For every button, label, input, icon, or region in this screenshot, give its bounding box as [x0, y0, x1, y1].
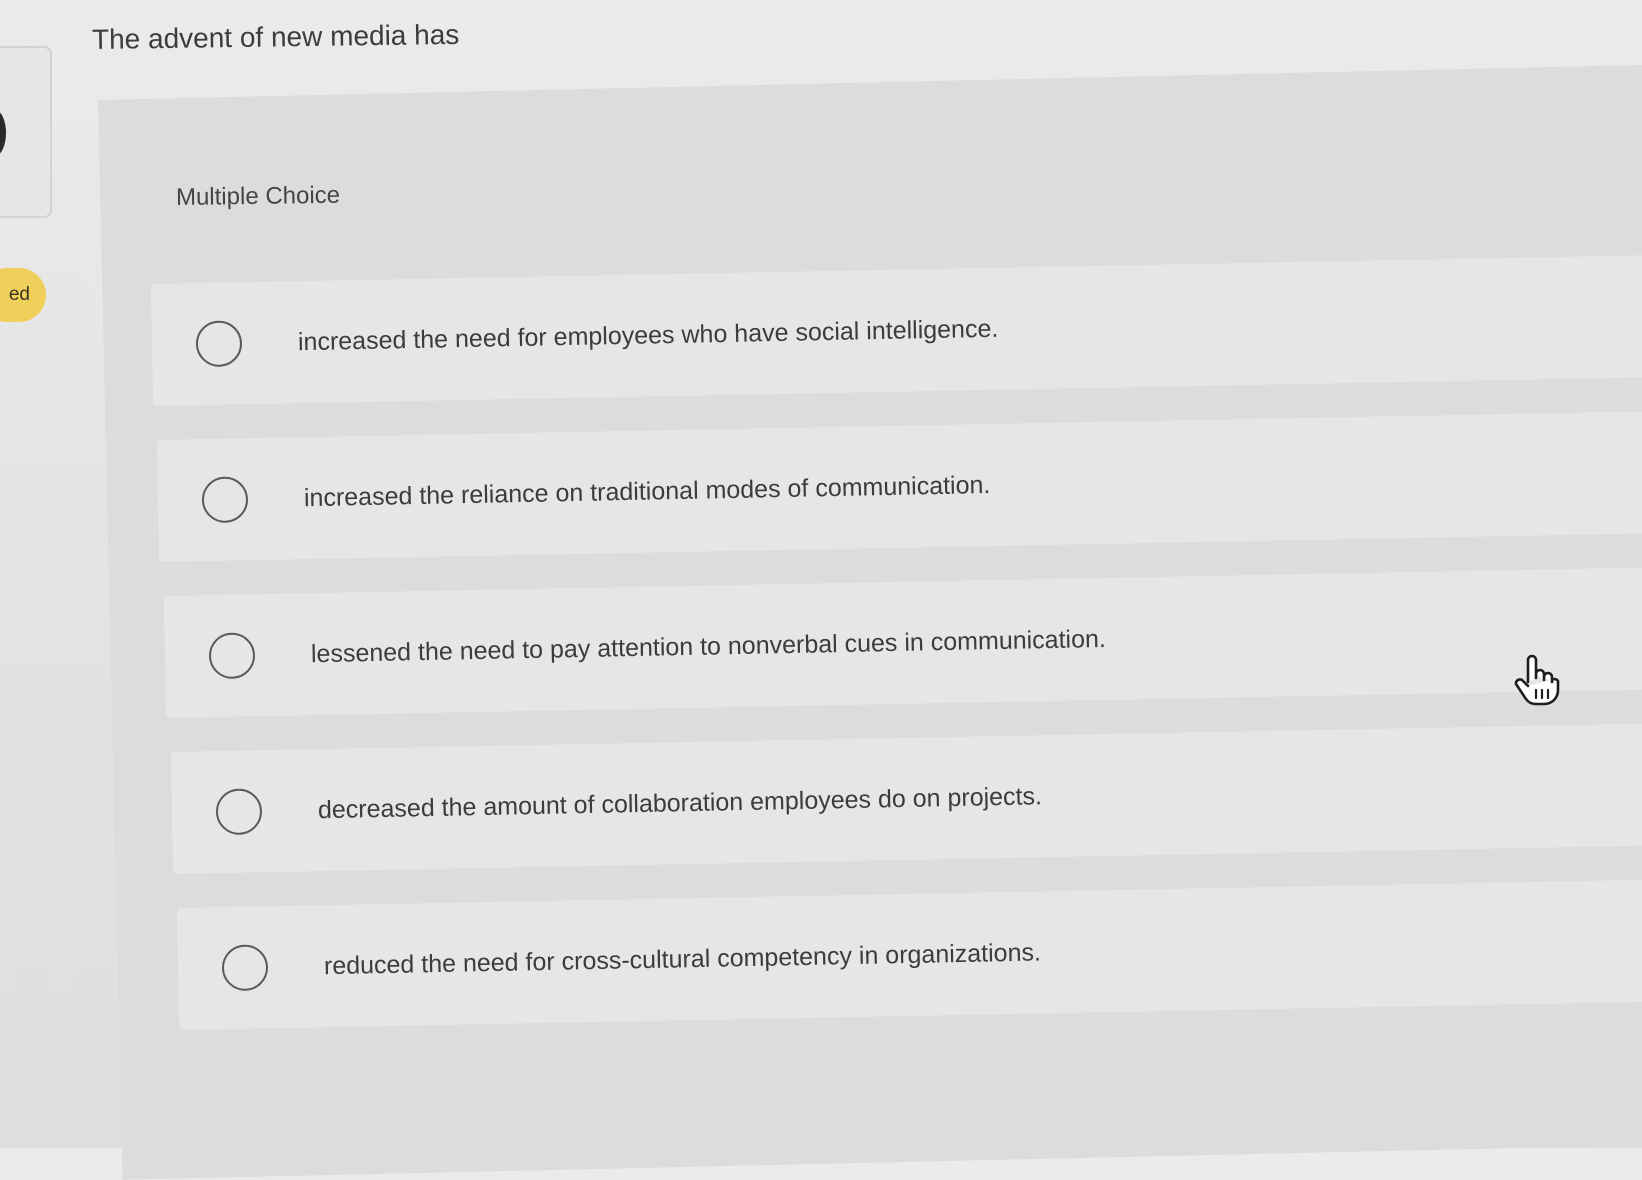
answer-option-label: lessened the need to pay attention to no… [310, 624, 1107, 668]
answer-option-label: decreased the amount of collaboration em… [317, 781, 1043, 824]
radio-button[interactable] [215, 788, 263, 836]
answer-option-1[interactable]: increased the need for employees who hav… [150, 255, 1642, 406]
answer-option-label: increased the need for employees who hav… [297, 314, 999, 356]
radio-button[interactable] [208, 632, 256, 680]
radio-button[interactable] [201, 476, 249, 524]
answer-option-4[interactable]: decreased the amount of collaboration em… [170, 723, 1642, 874]
answer-option-label: reduced the need for cross-cultural comp… [323, 937, 1042, 980]
answer-option-2[interactable]: increased the reliance on traditional mo… [156, 411, 1642, 562]
answer-options: increased the need for employees who hav… [0, 0, 1642, 1148]
answer-option-label: increased the reliance on traditional mo… [303, 470, 991, 512]
hand-pointer-icon [1514, 654, 1560, 706]
answer-option-5[interactable]: reduced the need for cross-cultural comp… [176, 879, 1642, 1030]
radio-button[interactable] [221, 944, 269, 992]
answer-option-3[interactable]: lessened the need to pay attention to no… [163, 567, 1642, 718]
radio-button[interactable] [195, 320, 243, 368]
